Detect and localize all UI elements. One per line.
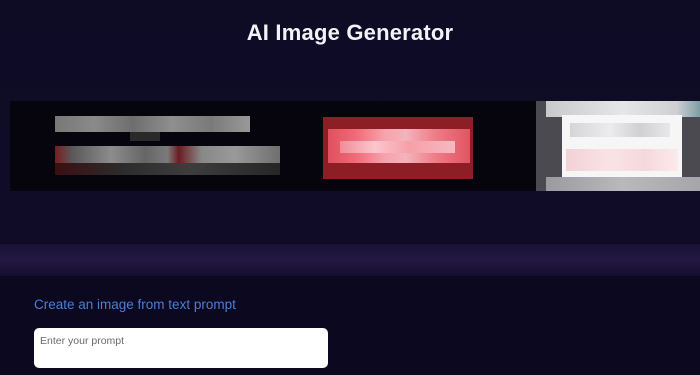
page-title: AI Image Generator [246, 20, 454, 45]
section-divider [0, 244, 700, 276]
prompt-input[interactable] [34, 328, 328, 368]
app-page: AI Image Generator Create an image from … [0, 0, 700, 375]
banner-text-line [55, 146, 280, 163]
section-heading: Create an image from text prompt [34, 297, 236, 312]
prompt-section: Create an image from text prompt [0, 276, 700, 375]
banner-text-line [55, 116, 250, 132]
ad-banner[interactable] [10, 101, 700, 191]
